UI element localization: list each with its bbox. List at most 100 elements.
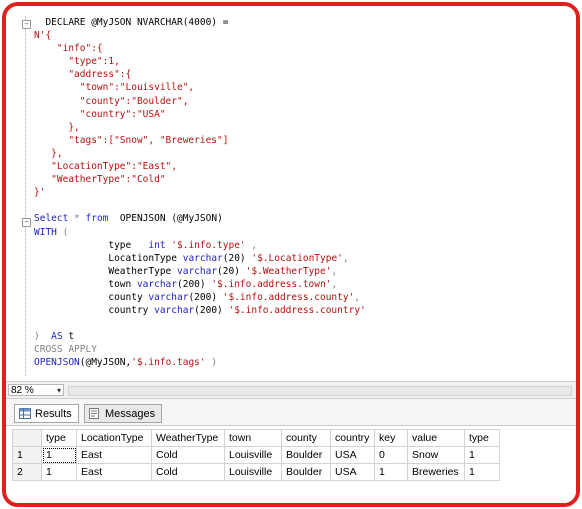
code-line[interactable]: }, xyxy=(34,121,366,134)
code-text[interactable]: DECLARE @MyJSON NVARCHAR(4000) = N'{ "inf… xyxy=(34,16,366,370)
column-header[interactable]: type xyxy=(464,429,500,447)
table-cell[interactable]: USA xyxy=(330,446,375,464)
table-cell[interactable]: East xyxy=(76,446,152,464)
table-cell[interactable]: USA xyxy=(330,463,375,481)
table-cell[interactable]: 1 xyxy=(464,446,500,464)
code-line[interactable]: "LocationType":"East", xyxy=(34,160,366,173)
code-token: Select xyxy=(34,213,69,225)
table-cell[interactable]: 1 xyxy=(41,463,77,481)
table-cell[interactable]: Louisville xyxy=(224,463,282,481)
code-line[interactable]: Select * from OPENJSON (@MyJSON) xyxy=(34,212,366,225)
code-token: "tags":["Snow", "Breweries"] xyxy=(34,134,229,146)
code-token: }, xyxy=(34,147,63,159)
code-token: "WeatherType":"Cold" xyxy=(34,174,166,186)
table-row[interactable]: 1 1 East Cold Louisville Boulder USA 0 S… xyxy=(12,446,500,464)
code-token: ( xyxy=(56,226,69,238)
code-line[interactable]: "address":{ xyxy=(34,68,366,81)
code-line[interactable]: "tags":["Snow", "Breweries"] xyxy=(34,134,366,147)
table-cell[interactable]: Snow xyxy=(407,446,465,464)
row-number[interactable]: 1 xyxy=(12,446,42,464)
column-header[interactable]: country xyxy=(330,429,375,447)
code-token: varchar xyxy=(136,278,177,290)
code-line[interactable]: ) AS t xyxy=(34,330,366,343)
table-cell[interactable]: Breweries xyxy=(407,463,465,481)
column-header[interactable]: county xyxy=(281,429,331,447)
code-line[interactable]: "WeatherType":"Cold" xyxy=(34,173,366,186)
code-token: int xyxy=(148,239,166,251)
code-token: "county":"Boulder", xyxy=(34,95,189,107)
code-line[interactable]: ​ xyxy=(34,199,366,212)
code-line[interactable]: OPENJSON(@MyJSON,'$.info.tags' ) xyxy=(34,356,366,369)
code-token: , xyxy=(354,291,361,303)
results-grid[interactable]: type LocationType WeatherType town count… xyxy=(12,429,500,481)
code-token: (200) xyxy=(194,305,229,317)
grid-icon xyxy=(19,408,31,419)
code-token: OPENJSON xyxy=(34,357,80,369)
table-cell[interactable]: 0 xyxy=(374,446,408,464)
code-line[interactable]: N'{ xyxy=(34,29,366,42)
table-cell[interactable]: 1 xyxy=(464,463,500,481)
code-token: county xyxy=(34,291,149,303)
code-line[interactable]: "info":{ xyxy=(34,42,366,55)
code-line[interactable]: ​ xyxy=(34,317,366,330)
table-cell[interactable]: Cold xyxy=(151,446,225,464)
table-cell[interactable]: 1 xyxy=(374,463,408,481)
table-cell[interactable]: Boulder xyxy=(281,463,331,481)
code-line[interactable]: }, xyxy=(34,147,366,160)
column-header[interactable]: key xyxy=(374,429,408,447)
code-token: '$.WeatherType' xyxy=(245,265,332,277)
code-token: (20) xyxy=(222,252,252,264)
code-token: }' xyxy=(34,187,46,199)
code-line[interactable]: "town":"Louisville", xyxy=(34,81,366,94)
grid-corner[interactable] xyxy=(12,429,42,447)
code-line[interactable]: WeatherType varchar(20) '$.WeatherType', xyxy=(34,265,366,278)
tab-results[interactable]: Results xyxy=(14,404,79,423)
column-header[interactable]: value xyxy=(407,429,465,447)
code-line[interactable]: LocationType varchar(20) '$.LocationType… xyxy=(34,252,366,265)
column-header[interactable]: WeatherType xyxy=(151,429,225,447)
code-token: "town":"Louisville", xyxy=(34,82,195,94)
table-cell[interactable]: 1 xyxy=(41,446,77,464)
code-line[interactable]: type int '$.info.type' , xyxy=(34,239,366,252)
code-token: type xyxy=(34,239,149,251)
collapse-toggle-declare[interactable]: − xyxy=(22,20,31,29)
code-line[interactable]: "type":1, xyxy=(34,55,366,68)
sql-editor[interactable]: − − DECLARE @MyJSON NVARCHAR(4000) = N'{ … xyxy=(6,6,576,380)
column-header[interactable]: type xyxy=(41,429,77,447)
code-token: (@MyJSON, xyxy=(79,357,132,369)
code-line[interactable]: county varchar(200) '$.info.address.coun… xyxy=(34,291,366,304)
code-line[interactable]: CROSS APPLY xyxy=(34,343,366,356)
zoom-select[interactable]: 82 % ▾ xyxy=(8,384,64,396)
tab-messages-label: Messages xyxy=(105,408,156,420)
chevron-down-icon[interactable]: ▾ xyxy=(57,385,61,397)
messages-icon xyxy=(89,408,99,419)
code-token: varchar xyxy=(148,291,189,303)
table-cell[interactable]: East xyxy=(76,463,152,481)
code-line[interactable]: "county":"Boulder", xyxy=(34,95,366,108)
code-token: ) xyxy=(205,357,218,369)
code-line[interactable]: }' xyxy=(34,186,366,199)
table-cell[interactable]: Boulder xyxy=(281,446,331,464)
code-token: country xyxy=(34,305,155,317)
code-token: "type":1, xyxy=(34,56,120,68)
column-header[interactable]: LocationType xyxy=(76,429,152,447)
row-number[interactable]: 2 xyxy=(12,463,42,481)
code-token: CROSS APPLY xyxy=(34,344,97,356)
table-row[interactable]: 2 1 East Cold Louisville Boulder USA 1 B… xyxy=(12,463,500,481)
code-token: t xyxy=(62,331,75,343)
code-line[interactable]: town varchar(200) '$.info.address.town', xyxy=(34,278,366,291)
results-header-row: type LocationType WeatherType town count… xyxy=(12,429,500,447)
collapse-toggle-select[interactable]: − xyxy=(22,218,31,227)
code-line[interactable]: WITH ( xyxy=(34,226,366,239)
column-header[interactable]: town xyxy=(224,429,282,447)
tab-messages[interactable]: Messages xyxy=(84,404,163,423)
code-line[interactable]: country varchar(200) '$.info.address.cou… xyxy=(34,304,365,317)
code-token: DECLARE @MyJSON NVARCHAR(4000) = xyxy=(34,17,229,28)
horizontal-scrollbar[interactable] xyxy=(68,386,572,396)
table-cell[interactable]: Louisville xyxy=(224,446,282,464)
code-line[interactable]: "country":"USA" xyxy=(34,108,366,121)
tab-results-label: Results xyxy=(35,408,72,420)
code-line[interactable]: DECLARE @MyJSON NVARCHAR(4000) = xyxy=(34,16,366,29)
table-cell[interactable]: Cold xyxy=(151,463,225,481)
code-token: , xyxy=(331,265,338,277)
